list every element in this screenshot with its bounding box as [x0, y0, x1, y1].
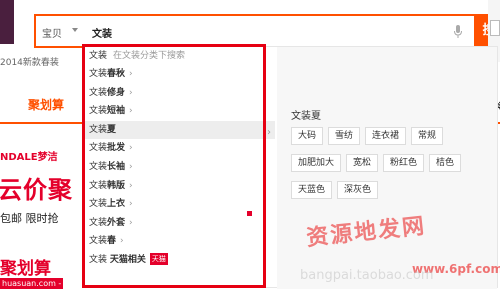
suggest-item-prefix: 文装	[89, 236, 108, 247]
site-logo[interactable]	[0, 0, 14, 44]
suggest-item-prefix: 文装	[89, 69, 108, 79]
sub-panel-tag[interactable]: 大码	[291, 127, 324, 145]
suggest-item-suffix: 夏	[107, 124, 117, 135]
suggest-item-prefix: 文装	[89, 143, 108, 154]
suggest-item[interactable]: 文装春 ›	[85, 232, 275, 251]
banner-subtext: 包邮 限时抢	[0, 212, 59, 225]
sub-panel-tag[interactable]: 深灰色	[337, 181, 379, 199]
sub-panel-title: 文装夏	[291, 111, 321, 122]
sub-panel-tag[interactable]: 粉红色	[383, 154, 425, 172]
suggest-item-suffix: 韩版	[107, 180, 126, 191]
suggest-item-suffix: 春	[107, 236, 117, 247]
sub-panel-tag[interactable]: 天蓝色	[291, 181, 333, 199]
juhuasuan-banner-url: huasuan.com -	[0, 278, 64, 289]
suggest-category-search[interactable]: 文装 在文装分类下搜索	[85, 47, 275, 65]
chevron-right-icon[interactable]: ›	[120, 232, 124, 251]
suggest-head-keyword: 文装	[89, 51, 108, 61]
suggest-item-prefix: 文装	[89, 124, 108, 135]
chevron-right-icon[interactable]: ›	[129, 195, 133, 214]
suggest-item[interactable]: 文装短袖 ›	[85, 102, 275, 121]
suggest-item-prefix: 文装	[89, 161, 108, 172]
chevron-right-icon[interactable]: ›	[129, 102, 133, 121]
suggest-item-prefix: 文装	[89, 254, 110, 265]
suggest-item-prefix: 文装	[89, 180, 108, 191]
nav-juhuasuan[interactable]: 聚划算	[28, 96, 64, 113]
suggest-item[interactable]: 文装韩版 ›	[85, 177, 275, 196]
promo-banner[interactable]: NDALE梦洁 云价聚 包邮 限时抢 聚划算 huasuan.com -	[0, 126, 86, 294]
search-input[interactable]	[92, 23, 442, 41]
suggest-item[interactable]: 文装修身 ›	[85, 84, 275, 103]
suggest-item[interactable]: 文装外套 ›	[85, 214, 275, 233]
microphone-icon[interactable]	[454, 25, 462, 39]
suggest-list: 文装 在文装分类下搜索 文装春秋 › 文装修身 › 文装短袖 › 文装夏 文装批发 › 文装长袖 › 文…	[85, 47, 275, 289]
chevron-down-icon[interactable]	[72, 28, 78, 32]
chevron-right-icon[interactable]: ›	[129, 214, 133, 233]
search-bar: 宝贝 搜	[34, 14, 500, 48]
search-category-select[interactable]: 宝贝	[42, 25, 62, 40]
suggest-item-suffix: 上衣	[107, 199, 126, 210]
chevron-right-icon[interactable]: ›	[129, 177, 133, 196]
suggest-sub-panel: 文装夏 大码 雪纺 连衣裙 常规加肥加大 宽松 粉红色 桔色天蓝色 深灰色	[277, 47, 497, 289]
suggest-item[interactable]: 文装春秋 ›	[85, 65, 275, 84]
tmall-badge: 天猫	[149, 253, 168, 266]
search-suggest-dropdown: 文装 在文装分类下搜索 文装春秋 › 文装修身 › 文装短袖 › 文装夏 文装批发 › 文装长袖 › 文…	[84, 46, 498, 289]
sub-panel-tag[interactable]: 加肥加大	[291, 154, 342, 172]
suggest-item[interactable]: 文装 天猫相关 天猫	[85, 251, 275, 270]
qr-code-icon[interactable]	[490, 20, 500, 36]
suggest-head-hint: 在文装分类下搜索	[113, 51, 186, 61]
suggest-item[interactable]: 文装夏	[85, 120, 275, 140]
sub-panel-tag[interactable]: 雪纺	[328, 127, 361, 145]
suggest-item-suffix: 天猫相关	[109, 254, 146, 265]
suggest-item-suffix: 短袖	[107, 106, 126, 117]
chevron-right-icon[interactable]: ›	[129, 158, 133, 177]
chevron-right-icon: ›	[267, 127, 271, 138]
juhuasuan-banner-title: 聚划算	[0, 259, 51, 279]
watermark-faint: bangpai.taobao.com	[300, 268, 434, 283]
suggest-item-prefix: 文装	[89, 106, 108, 117]
suggest-item-suffix: 批发	[107, 143, 126, 154]
sub-panel-tag[interactable]: 常规	[411, 127, 444, 145]
suggest-item-suffix: 外套	[107, 217, 126, 228]
banner-brand: NDALE梦洁	[0, 152, 58, 163]
sub-panel-tag[interactable]: 连衣裙	[365, 127, 407, 145]
suggest-item-suffix: 春秋	[107, 69, 126, 79]
chevron-right-icon[interactable]: ›	[129, 84, 133, 103]
chevron-right-icon[interactable]: ›	[129, 65, 133, 84]
sub-panel-tags: 大码 雪纺 连衣裙 常规加肥加大 宽松 粉红色 桔色天蓝色 深灰色	[291, 127, 491, 208]
banner-headline: 云价聚	[0, 176, 73, 204]
suggest-item-suffix: 长袖	[107, 161, 126, 172]
sub-panel-tag[interactable]: 宽松	[346, 154, 379, 172]
suggest-item-prefix: 文装	[89, 199, 108, 210]
promo-line[interactable]: 2014新款春装	[0, 55, 59, 68]
juhuasuan-banner[interactable]: 聚划算 huasuan.com -	[0, 252, 86, 294]
suggest-item-suffix: 修身	[107, 87, 126, 98]
suggest-item[interactable]: 文装长袖 ›	[85, 158, 275, 177]
suggest-item-prefix: 文装	[89, 87, 108, 98]
marker-dot	[247, 211, 252, 216]
sub-panel-tag[interactable]: 桔色	[429, 154, 462, 172]
chevron-right-icon[interactable]: ›	[129, 139, 133, 158]
suggest-item[interactable]: 文装批发 ›	[85, 139, 275, 158]
suggest-item-prefix: 文装	[89, 217, 108, 228]
